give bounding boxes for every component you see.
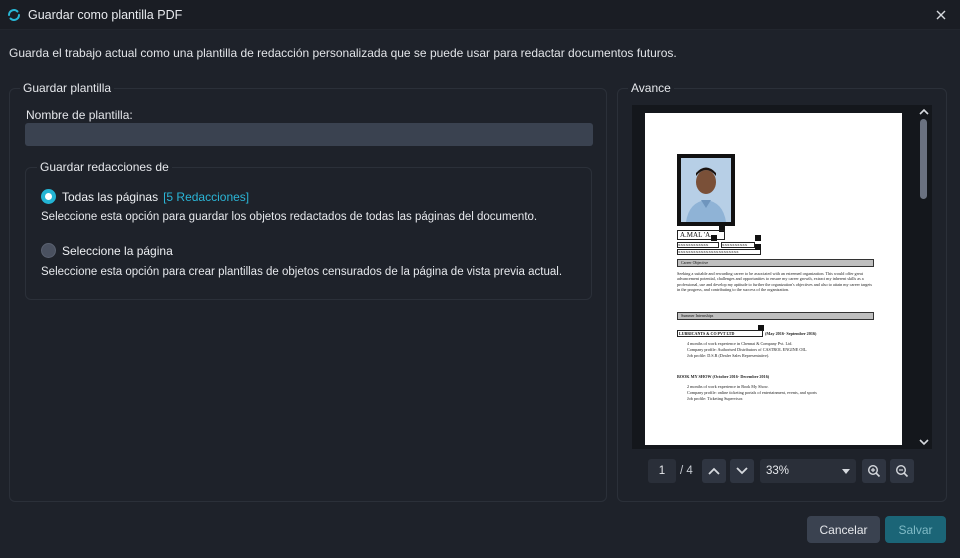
title-bar: Guardar como plantilla PDF xyxy=(0,0,960,30)
radio-all-pages-description: Seleccione esta opción para guardar los … xyxy=(41,211,538,223)
redacted-company: LUBRICANTS & CO PVT LTD xyxy=(677,330,763,337)
redacted-contact-1: XXXXXXXXXXXX xyxy=(677,242,719,248)
zoom-value: 33% xyxy=(766,465,790,477)
heading-internships: Summer Internships xyxy=(677,312,874,320)
radio-all-pages[interactable]: Todas las páginas [5 Redacciones] xyxy=(41,189,249,204)
redacted-contact-3: XXXXXXXXXXXXXXXXXXXXXXXX xyxy=(677,249,761,255)
save-template-legend: Guardar plantilla xyxy=(20,81,115,95)
preview-scrollbar[interactable] xyxy=(915,105,932,449)
chevron-up-icon[interactable] xyxy=(915,105,932,119)
zoom-in-icon[interactable] xyxy=(862,459,886,483)
preview-toolbar: 1 / 4 33% xyxy=(648,459,914,483)
radio-select-page-label: Seleccione la página xyxy=(62,243,173,258)
save-template-panel: Guardar plantilla Nombre de plantilla: G… xyxy=(9,81,607,502)
save-button[interactable]: Salvar xyxy=(885,516,946,543)
internship-2-bullet: 2 months of work experience in Book My S… xyxy=(687,384,769,389)
radio-selected-icon[interactable] xyxy=(41,189,56,204)
radio-unselected-icon[interactable] xyxy=(41,243,56,258)
photo-image xyxy=(677,154,735,226)
dropdown-caret-icon xyxy=(842,465,850,477)
preview-viewport[interactable]: A.MAL 'A. XXXXXXXXXXXX XXXXXXXXXX XXXXXX… xyxy=(632,105,932,449)
redaction-tag xyxy=(755,235,761,241)
cancel-button[interactable]: Cancelar xyxy=(807,516,880,543)
preview-panel: Avance A.MAL 'A. XXXXXXXXXXXX XXXXXXXXXX… xyxy=(617,81,947,502)
redacted-name: A.MAL 'A. xyxy=(677,230,725,240)
zoom-out-icon[interactable] xyxy=(890,459,914,483)
objective-text: Seeking a suitable and rewarding career … xyxy=(677,271,873,292)
redaction-tag xyxy=(755,244,761,250)
heading-objective: Career Objective xyxy=(677,259,874,267)
app-logo-icon xyxy=(6,7,22,23)
internship-2-title: BOOK MY SHOW (October 2016- December 201… xyxy=(677,374,770,379)
chevron-down-icon[interactable] xyxy=(915,435,932,449)
internship-1-bullet: 4 months of work experience in Chennai &… xyxy=(687,341,793,346)
document-page: A.MAL 'A. XXXXXXXXXXXX XXXXXXXXXX XXXXXX… xyxy=(645,113,902,445)
previous-page-button[interactable] xyxy=(702,459,726,483)
close-icon[interactable] xyxy=(932,6,950,24)
dialog-description: Guarda el trabajo actual como una planti… xyxy=(9,46,677,60)
window-title: Guardar como plantilla PDF xyxy=(28,7,183,22)
save-redactions-legend: Guardar redacciones de xyxy=(37,160,172,174)
redaction-count-badge: [5 Redacciones] xyxy=(163,189,250,204)
page-total: / 4 xyxy=(680,465,693,477)
radio-select-page-description: Seleccione esta opción para crear planti… xyxy=(41,266,563,278)
redacted-contact-2: XXXXXXXXXX xyxy=(721,242,755,248)
zoom-select[interactable]: 33% xyxy=(760,459,856,483)
preview-legend: Avance xyxy=(628,81,674,95)
save-redactions-group: Guardar redacciones de Todas las páginas… xyxy=(25,160,592,300)
page-number-input[interactable]: 1 xyxy=(648,459,676,483)
internship-2-bullet: Company profile: online ticketing portal… xyxy=(687,390,817,395)
radio-all-pages-label: Todas las páginas xyxy=(62,189,159,204)
internship-1-bullet: Job profile: D.S.R (Dealer Sales Represe… xyxy=(687,353,770,358)
internship-1-bullet: Company profile: Authorised Distributors… xyxy=(687,347,808,352)
next-page-button[interactable] xyxy=(730,459,754,483)
template-name-label: Nombre de plantilla: xyxy=(26,108,133,122)
internship-2-bullet: Job profile: Ticketing Supervisor. xyxy=(687,396,744,401)
redaction-tag xyxy=(711,235,717,241)
template-name-input[interactable] xyxy=(25,123,593,146)
internship-1-period: (May 2016- September 2016) xyxy=(765,331,817,336)
radio-select-page[interactable]: Seleccione la página xyxy=(41,243,173,258)
scrollbar-thumb[interactable] xyxy=(920,119,927,199)
